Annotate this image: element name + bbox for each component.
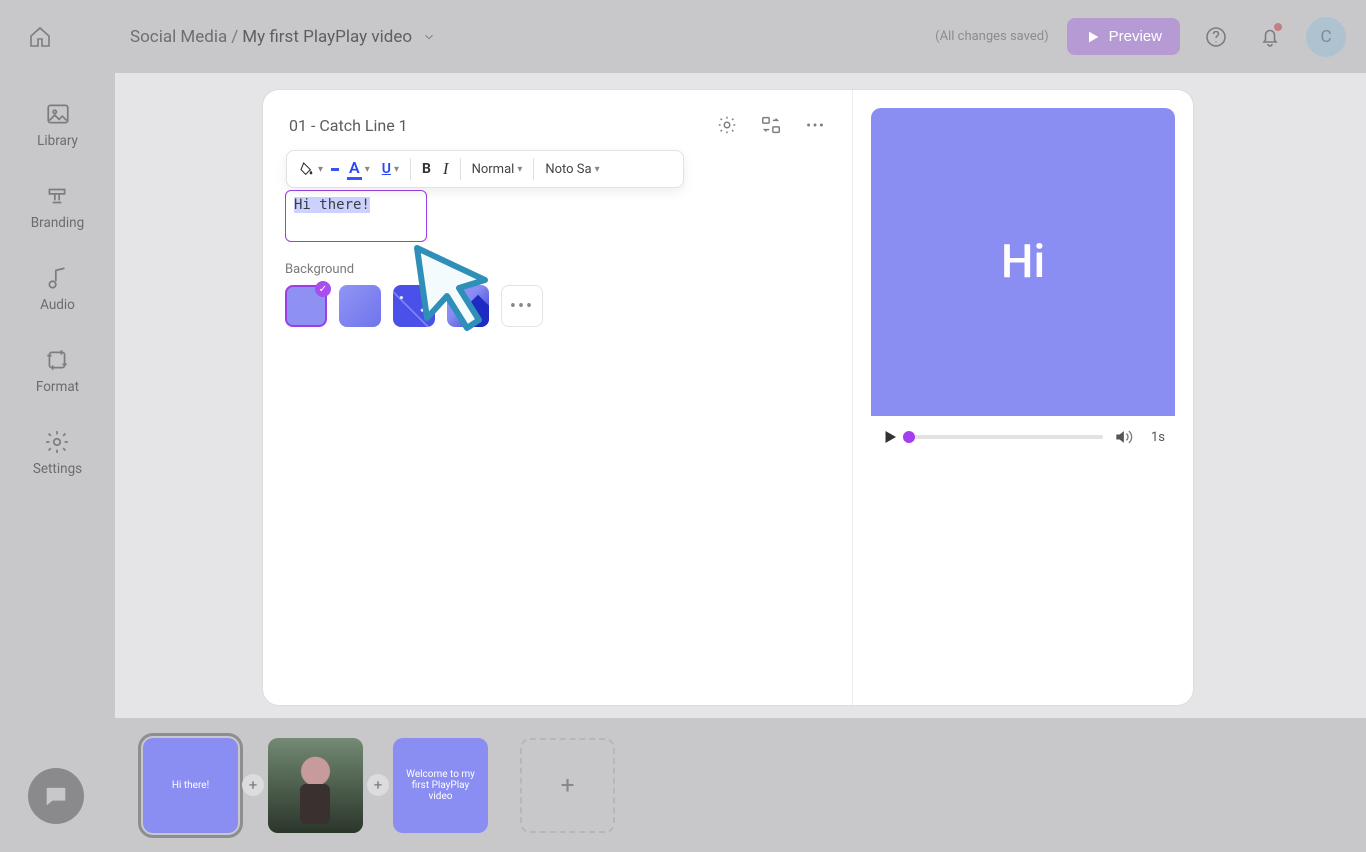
help-button[interactable] xyxy=(1198,19,1234,55)
text-color-button[interactable]: A ▾ xyxy=(343,158,374,180)
home-icon xyxy=(28,25,52,49)
music-note-icon xyxy=(45,265,71,291)
more-button[interactable] xyxy=(804,114,826,136)
preview-canvas[interactable]: Hi xyxy=(871,108,1175,416)
preview-button-label: Preview xyxy=(1109,28,1162,45)
play-icon xyxy=(1085,29,1101,45)
timeline-scene-3[interactable]: Welcome to my first PlayPlay video xyxy=(393,738,488,833)
preview-panel-wrap: Hi 1s xyxy=(853,90,1193,705)
preview-button[interactable]: Preview xyxy=(1067,18,1180,55)
sidebar-item-format[interactable]: Format xyxy=(36,347,79,395)
brush-icon xyxy=(44,183,70,209)
home-button[interactable] xyxy=(20,17,60,57)
crop-icon xyxy=(44,347,70,373)
notification-dot xyxy=(1274,23,1282,31)
gear-icon xyxy=(716,114,738,136)
text-input-value: Hi there! xyxy=(294,197,370,213)
timeline-scene-2[interactable] xyxy=(268,738,363,833)
breadcrumb-separator: / xyxy=(231,27,238,47)
scene-title: 01 - Catch Line 1 xyxy=(289,116,408,135)
breadcrumb-current[interactable]: My first PlayPlay video xyxy=(242,27,412,47)
more-horizontal-icon xyxy=(804,114,826,136)
card-actions xyxy=(716,114,826,136)
layout-swap-button[interactable] xyxy=(760,114,782,136)
timeline-scene-1[interactable]: Hi there! xyxy=(143,738,238,833)
check-icon: ✓ xyxy=(315,281,331,297)
sidebar-item-settings[interactable]: Settings xyxy=(33,429,82,477)
font-family-select[interactable]: Noto Sa ▾ xyxy=(541,162,603,177)
underline-button[interactable]: U ▾ xyxy=(378,161,403,177)
help-icon xyxy=(1204,25,1228,49)
avatar[interactable]: C xyxy=(1306,17,1346,57)
background-option-2[interactable] xyxy=(339,285,381,327)
sidebar-item-audio[interactable]: Audio xyxy=(40,265,75,313)
play-button[interactable] xyxy=(881,428,899,446)
scene-thumbnail-text: Hi there! xyxy=(172,780,209,791)
background-option-1[interactable]: ✓ xyxy=(285,285,327,327)
top-bar: Social Media / My first PlayPlay video (… xyxy=(0,0,1366,73)
catchline-text-input[interactable]: Hi there! xyxy=(285,190,427,242)
sidebar-item-label: Branding xyxy=(31,215,84,231)
separator xyxy=(533,158,534,180)
timeline: Hi there! + + Welcome to my first PlayPl… xyxy=(115,718,1366,852)
chevron-down-icon: ▾ xyxy=(365,164,370,175)
cursor-pointer-overlay xyxy=(407,240,507,340)
chevron-down-icon: ▾ xyxy=(595,164,600,175)
breadcrumb[interactable]: Social Media / My first PlayPlay video xyxy=(130,27,436,47)
sidebar-item-label: Audio xyxy=(40,297,75,313)
text-formatting-toolbar: ▾ A ▾ U ▾ B I Normal ▾ xyxy=(286,150,684,188)
autosave-status: (All changes saved) xyxy=(935,29,1048,44)
play-icon xyxy=(881,428,899,446)
volume-icon xyxy=(1113,427,1133,447)
highlight-color-button[interactable]: ▾ xyxy=(295,161,327,177)
sidebar: Library Branding Audio Format Settings xyxy=(0,73,115,852)
chevron-down-icon: ▾ xyxy=(318,164,323,175)
scene-thumbnail-text: Welcome to my first PlayPlay video xyxy=(399,769,482,802)
chevron-down-icon: ▾ xyxy=(394,164,399,175)
breadcrumb-parent[interactable]: Social Media xyxy=(130,27,227,47)
insert-scene-button[interactable]: + xyxy=(242,774,264,796)
workspace: 01 - Catch Line 1 xyxy=(115,73,1366,718)
sidebar-item-branding[interactable]: Branding xyxy=(31,183,84,231)
chat-support-button[interactable] xyxy=(28,768,84,824)
sidebar-item-library[interactable]: Library xyxy=(37,101,78,149)
separator xyxy=(460,158,461,180)
insert-scene-button[interactable]: + xyxy=(367,774,389,796)
preview-canvas-text: Hi xyxy=(1001,235,1045,289)
chevron-down-icon[interactable] xyxy=(422,30,436,44)
editor-card: 01 - Catch Line 1 xyxy=(263,90,1193,705)
chevron-down-icon: ▾ xyxy=(517,164,522,175)
bold-button[interactable]: B xyxy=(418,161,435,177)
separator xyxy=(410,158,411,180)
italic-button[interactable]: I xyxy=(439,159,453,179)
text-style-label: Normal xyxy=(472,162,515,177)
preview-panel: Hi 1s xyxy=(871,108,1175,458)
avatar-initial: C xyxy=(1320,27,1331,47)
card-header: 01 - Catch Line 1 xyxy=(289,114,826,136)
chat-icon xyxy=(42,782,70,810)
notifications-button[interactable] xyxy=(1252,19,1288,55)
volume-button[interactable] xyxy=(1113,427,1133,447)
add-scene-button[interactable]: + xyxy=(520,738,615,833)
preview-controls: 1s xyxy=(871,416,1175,458)
font-family-label: Noto Sa xyxy=(545,162,591,177)
scene-settings-button[interactable] xyxy=(716,114,738,136)
top-right-actions: (All changes saved) Preview C xyxy=(935,17,1346,57)
text-style-select[interactable]: Normal ▾ xyxy=(468,162,527,177)
paint-bucket-icon xyxy=(299,161,315,177)
background-more-button[interactable]: ••• xyxy=(501,285,543,327)
sidebar-item-label: Library xyxy=(37,133,78,149)
sidebar-item-label: Settings xyxy=(33,461,82,477)
progress-bar[interactable] xyxy=(909,435,1103,439)
edit-panel: 01 - Catch Line 1 xyxy=(263,90,853,705)
duration-label: 1s xyxy=(1151,430,1165,445)
arrows-swap-icon xyxy=(760,114,782,136)
image-icon xyxy=(45,101,71,127)
cursor-arrow-icon xyxy=(407,240,507,340)
sidebar-item-label: Format xyxy=(36,379,79,395)
gear-icon xyxy=(44,429,70,455)
progress-handle[interactable] xyxy=(903,431,915,443)
